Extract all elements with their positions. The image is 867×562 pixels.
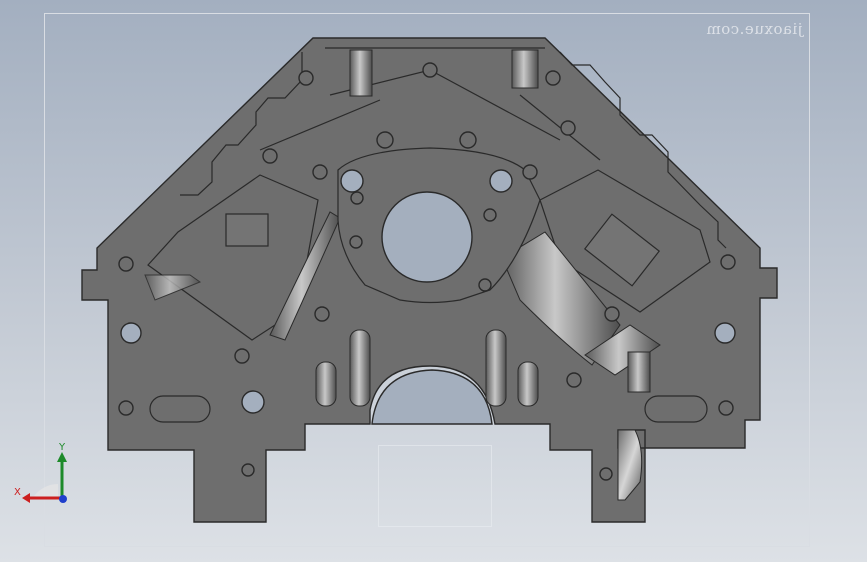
bolt-hole (478, 278, 492, 292)
main-bore[interactable] (381, 191, 473, 283)
bolt-hole (566, 372, 582, 388)
z-axis-dot (59, 495, 67, 503)
bolt-hole (522, 164, 538, 180)
left-slot (149, 395, 211, 423)
bolt-hole (604, 306, 620, 322)
bolt-hole (241, 463, 255, 477)
bolt-hole (599, 467, 613, 481)
bolt-hole (234, 348, 250, 364)
graphics-viewport[interactable]: jiaoxue.com Y X (0, 0, 867, 562)
lower-port (241, 390, 265, 414)
dowel-hole-left (120, 322, 142, 344)
bolt-hole (560, 120, 576, 136)
stud-5 (627, 351, 651, 393)
engine-block-model[interactable] (0, 0, 867, 562)
y-axis-label: Y (58, 442, 66, 453)
x-axis-label: X (14, 487, 21, 498)
bolt-hole (483, 208, 497, 222)
oil-hole-left (340, 169, 364, 193)
bolt-hole (422, 62, 438, 78)
bolt-hole (718, 400, 734, 416)
right-slot (644, 395, 708, 423)
stud-1 (315, 361, 337, 407)
upper-column-right (511, 49, 539, 89)
dowel-hole-right (714, 322, 736, 344)
stud-3 (485, 329, 507, 407)
bolt-hole (349, 235, 363, 249)
bolt-hole (376, 131, 394, 149)
bolt-hole (298, 70, 314, 86)
orientation-triad: Y X (14, 440, 74, 510)
bolt-hole (262, 148, 278, 164)
bolt-hole (118, 400, 134, 416)
bolt-hole (545, 70, 561, 86)
upper-column-left (349, 49, 373, 97)
bolt-hole (314, 306, 330, 322)
oil-hole-right (489, 169, 513, 193)
bolt-hole (350, 191, 364, 205)
bolt-hole (720, 254, 736, 270)
left-deck-pocket (225, 213, 269, 247)
bolt-hole (118, 256, 134, 272)
stud-2 (349, 329, 371, 407)
stud-4 (517, 361, 539, 407)
bolt-hole (312, 164, 328, 180)
y-axis-arrowhead (57, 452, 67, 462)
bolt-hole (459, 131, 477, 149)
x-axis-arrowhead (22, 493, 30, 503)
